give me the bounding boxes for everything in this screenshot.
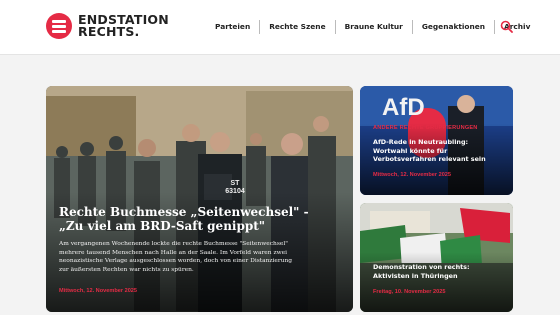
site-logo[interactable]: ENDSTATION RECHTS. <box>46 13 169 39</box>
nav-item-rechte-szene[interactable]: Rechte Szene <box>259 20 334 34</box>
main-article-date: Mittwoch, 12. November 2025 <box>59 288 138 294</box>
bottom-gradient <box>360 252 513 312</box>
main-article-excerpt: Am vergangenen Wochenende lockte die rec… <box>59 241 293 273</box>
afd-logo-text: AfD <box>382 94 425 121</box>
site-header: ENDSTATION RECHTS. Parteien Rechte Szene… <box>0 0 560 55</box>
top-article-date: Mittwoch, 12. November 2025 <box>373 172 452 178</box>
main-nav: Parteien Rechte Szene Braune Kultur Gege… <box>206 19 539 35</box>
logo-text: ENDSTATION RECHTS. <box>78 13 169 39</box>
top-article-title[interactable]: AfD-Rede in Neutraubling: Wortwahl könnt… <box>373 138 498 164</box>
article-card-bottom[interactable]: Demonstration von rechts: Aktivisten in … <box>360 203 513 312</box>
search-icon[interactable] <box>500 20 513 33</box>
bottom-article-title[interactable]: Demonstration von rechts: Aktivisten in … <box>373 263 498 280</box>
nav-item-gegenaktionen[interactable]: Gegenaktionen <box>411 20 494 34</box>
logo-mark-icon <box>46 13 72 39</box>
main-article-title[interactable]: Rechte Buchmesse „Seitenwechsel" - „Zu v… <box>59 205 331 233</box>
badge-line-1: ST <box>230 180 240 187</box>
article-card-top[interactable]: AfD ANDERE RECHTE GRUPPIERUNGEN AfD-Rede… <box>360 86 513 195</box>
top-article-category[interactable]: ANDERE RECHTE GRUPPIERUNGEN <box>373 125 478 131</box>
article-card-main[interactable]: ST 63104 Rechte Buchmesse „Seitenwechsel… <box>46 86 353 312</box>
bottom-article-date: Freitag, 10. November 2025 <box>373 289 446 295</box>
logo-line-2: RECHTS. <box>78 24 140 39</box>
nav-item-braune-kultur[interactable]: Braune Kultur <box>334 20 412 34</box>
nav-item-parteien[interactable]: Parteien <box>206 20 259 34</box>
